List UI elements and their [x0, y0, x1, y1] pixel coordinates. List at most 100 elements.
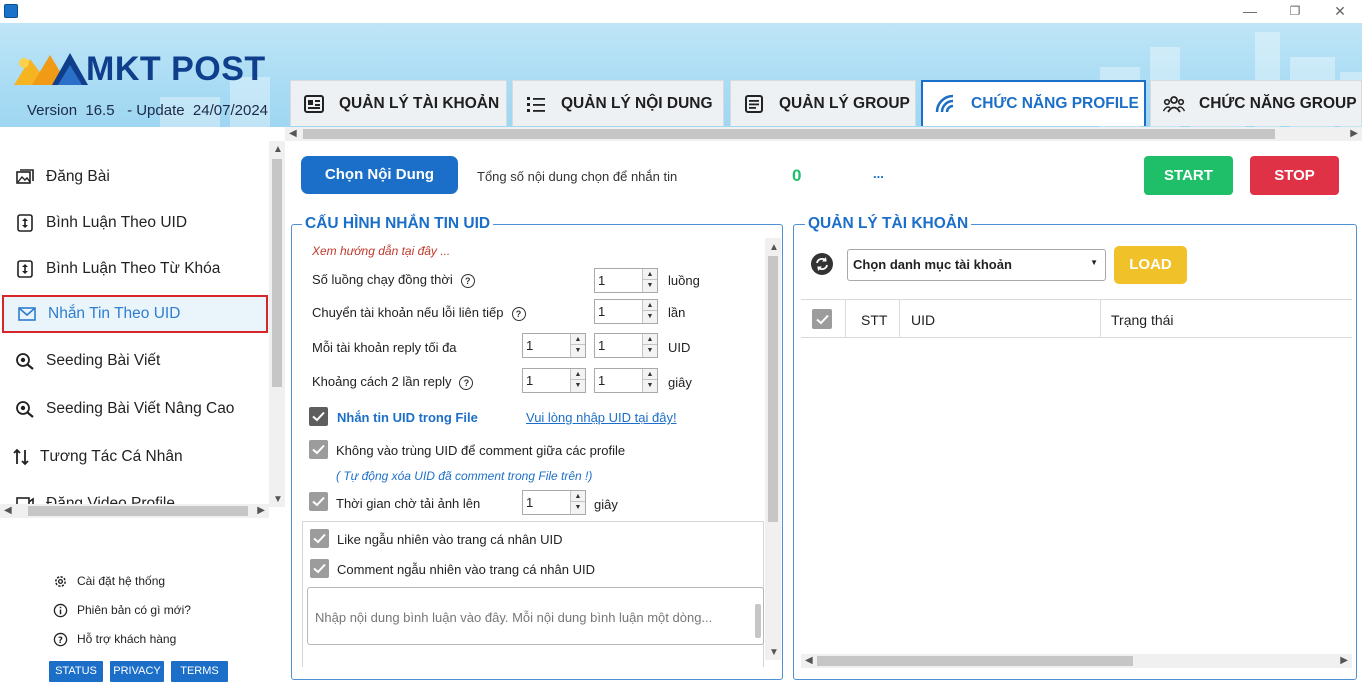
sidebar-item-label: Tương Tác Cá Nhân — [40, 448, 183, 465]
sidebar-vertical-scrollbar[interactable]: ▲ ▼ — [269, 141, 285, 507]
sidebar-item-seeding[interactable]: Seeding Bài Viết — [2, 342, 268, 380]
logo-text: MKT POST — [86, 50, 266, 88]
column-status[interactable]: Trạng thái — [1111, 312, 1174, 328]
minimize-button[interactable]: — — [1236, 2, 1264, 20]
category-select[interactable]: Chọn danh mục tài khoản ▼ — [847, 249, 1106, 281]
uid-file-label: Nhắn tin UID trong File — [337, 410, 478, 425]
search-eye-icon — [14, 398, 36, 420]
load-button[interactable]: LOAD — [1114, 246, 1187, 284]
close-button[interactable]: ✕ — [1326, 2, 1354, 20]
terms-badge[interactable]: TERMS — [171, 661, 228, 682]
footer-whats-new[interactable]: Phiên bản có gì mới? — [52, 602, 191, 618]
sidebar-item-comment-keyword[interactable]: Bình Luận Theo Từ Khóa — [2, 250, 268, 288]
accounts-title: QUẢN LÝ TÀI KHOẢN — [805, 215, 972, 233]
textarea-scrollbar[interactable] — [755, 604, 761, 638]
no-duplicate-label: Không vào trùng UID để comment giữa các … — [336, 443, 626, 458]
info-icon — [52, 602, 68, 618]
checkmark-icon — [312, 444, 325, 455]
comment-placeholder: Nhập nội dung bình luận vào đây. Mỗi nội… — [315, 610, 713, 625]
category-select-value: Chọn danh mục tài khoản — [853, 257, 1012, 272]
start-button[interactable]: START — [1144, 156, 1233, 195]
threads-row: Số luồng chạy đồng thời? — [312, 272, 475, 288]
switch-unit: lần — [668, 305, 686, 320]
gap-unit: giây — [668, 375, 692, 390]
stop-button[interactable]: STOP — [1250, 156, 1339, 195]
column-stt[interactable]: STT — [861, 312, 887, 328]
checkmark-icon — [313, 563, 326, 574]
choose-content-button[interactable]: Chọn Nội Dung — [301, 156, 458, 194]
gap-min-stepper[interactable]: 1 ▲ ▼ — [522, 368, 586, 393]
tab-account-management[interactable]: QUẢN LÝ TÀI KHOẢN — [290, 80, 507, 126]
search-eye-icon — [14, 350, 36, 372]
wait-upload-checkbox[interactable] — [309, 492, 328, 511]
tab-group-functions[interactable]: CHỨC NĂNG GROUP — [1150, 80, 1362, 126]
threads-label: Số luồng chạy đồng thời — [312, 272, 453, 287]
column-uid[interactable]: UID — [911, 312, 935, 328]
no-duplicate-checkbox[interactable] — [309, 440, 328, 459]
help-icon: ? — [52, 631, 68, 647]
checkmark-icon — [312, 496, 325, 507]
total-content-label: Tổng số nội dung chọn để nhắn tin — [477, 169, 678, 184]
logo-icon — [14, 53, 88, 85]
uid-input-link[interactable]: Vui lòng nhập UID tại đây! — [526, 410, 677, 425]
status-badge[interactable]: STATUS — [49, 661, 103, 682]
sidebar-horizontal-scrollbar[interactable]: ◀ ▶ — [0, 504, 269, 518]
sidebar-item-label: Seeding Bài Viết Nâng Cao — [46, 400, 235, 417]
title-bar: — ❐ ✕ — [0, 0, 1362, 23]
switch-label: Chuyển tài khoản nếu lỗi liên tiếp — [312, 305, 504, 320]
uid-file-checkbox[interactable] — [309, 407, 328, 426]
sort-updown-icon — [14, 212, 36, 234]
sidebar-item-post[interactable]: Đăng Bài — [2, 158, 268, 196]
footer-system-settings[interactable]: Cài đặt hệ thống — [52, 573, 165, 589]
wifi-signal-icon — [935, 93, 957, 115]
reply-min-stepper[interactable]: 1 ▲ ▼ — [522, 333, 586, 358]
config-vertical-scrollbar[interactable]: ▲ ▼ — [765, 238, 781, 660]
gap-max-stepper[interactable]: 1 ▲ ▼ — [594, 368, 658, 393]
switch-stepper[interactable]: 1 ▲ ▼ — [594, 299, 658, 324]
comment-random-checkbox[interactable] — [310, 559, 329, 578]
like-random-checkbox[interactable] — [310, 529, 329, 548]
sidebar-item-message-uid[interactable]: Nhắn Tin Theo UID — [2, 295, 268, 333]
tab-label: QUẢN LÝ GROUP — [779, 94, 910, 112]
sidebar-item-video-profile[interactable]: Đăng Video Profile — [2, 485, 268, 504]
accounts-horizontal-scrollbar[interactable]: ◀ ▶ — [801, 654, 1352, 668]
sidebar-item-comment-uid[interactable]: Bình Luận Theo UID — [2, 204, 268, 242]
comment-textarea[interactable]: Nhập nội dung bình luận vào đây. Mỗi nội… — [307, 587, 764, 645]
select-all-checkbox[interactable] — [812, 309, 832, 329]
tabs-horizontal-scrollbar[interactable]: ◀ ▶ — [285, 127, 1362, 141]
image-post-icon — [14, 166, 36, 188]
gap-label: Khoảng cách 2 lần reply — [312, 374, 452, 389]
sidebar-item-label: Đăng Bài — [46, 168, 110, 185]
threads-unit: luồng — [668, 273, 700, 288]
auto-delete-note: ( Tự động xóa UID đã comment trong File … — [336, 469, 593, 483]
footer-support[interactable]: ? Hỗ trợ khách hàng — [52, 631, 176, 647]
sidebar: Đăng Bài Bình Luận Theo UID Bình Luận Th… — [0, 141, 285, 682]
tab-content-management[interactable]: QUẢN LÝ NỘI DUNG — [512, 80, 724, 126]
restore-button[interactable]: ❐ — [1281, 2, 1309, 20]
wait-upload-stepper[interactable]: 1 ▲ ▼ — [522, 490, 586, 515]
sidebar-item-personal-interaction[interactable]: Tương Tác Cá Nhân — [2, 438, 268, 476]
like-random-label: Like ngẫu nhiên vào trang cá nhân UID — [337, 532, 563, 547]
help-icon[interactable]: ? — [511, 306, 526, 321]
document-icon — [743, 93, 765, 115]
mail-icon — [16, 303, 38, 325]
tab-group-management[interactable]: QUẢN LÝ GROUP — [730, 80, 916, 126]
reply-unit: UID — [668, 340, 691, 355]
sidebar-clip: Đăng Video Profile — [0, 481, 269, 504]
reply-max-stepper[interactable]: 1 ▲ ▼ — [594, 333, 658, 358]
gap-row: Khoảng cách 2 lần reply? — [312, 374, 474, 390]
help-icon[interactable]: ? — [460, 273, 475, 288]
gear-icon — [52, 573, 68, 589]
sidebar-item-seeding-advanced[interactable]: Seeding Bài Viết Nâng Cao — [2, 390, 268, 428]
checkmark-icon — [312, 411, 325, 422]
privacy-badge[interactable]: PRIVACY — [110, 661, 164, 682]
help-icon[interactable]: ? — [459, 375, 474, 390]
sidebar-item-label: Bình Luận Theo Từ Khóa — [46, 260, 221, 277]
guide-link[interactable]: Xem hướng dẫn tại đây ... — [312, 244, 450, 258]
refresh-icon[interactable] — [810, 252, 834, 276]
tab-profile-functions[interactable]: CHỨC NĂNG PROFILE — [921, 80, 1146, 126]
threads-stepper[interactable]: 1 ▲ ▼ — [594, 268, 658, 293]
tab-label: CHỨC NĂNG PROFILE — [971, 95, 1139, 112]
sidebar-item-label: Đăng Video Profile — [46, 495, 175, 504]
app-icon — [4, 4, 18, 18]
